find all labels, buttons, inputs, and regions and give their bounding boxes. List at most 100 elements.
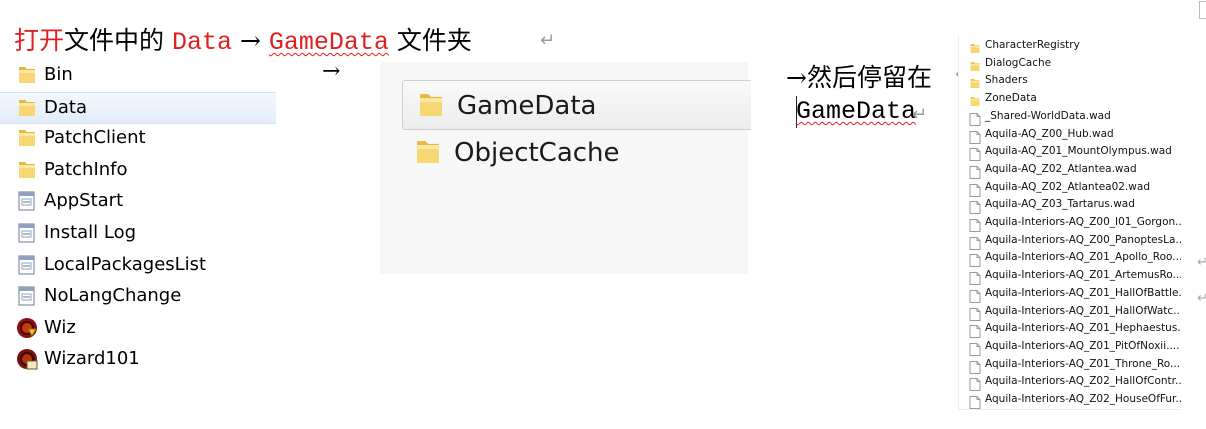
file-icon (969, 359, 981, 374)
folder-icon (16, 64, 38, 86)
file-name-label: Aquila-Interiors-AQ_Z02_HouseOfFur... (985, 393, 1181, 405)
file-name-label: Aquila-Interiors-AQ_Z01_Apollo_Roo... (985, 251, 1181, 264)
folder-icon (16, 159, 38, 181)
instruction-data-name: Data (171, 28, 232, 57)
gamedata-item-aquila-interiors-aq-z01-pitofnoxii[interactable]: Aquila-Interiors-AQ_Z01_PitOfNoxii.... (959, 339, 1181, 356)
instruction-open-data: 打开文件中的 Data → GameData 文件夹 (14, 21, 472, 57)
file-icon (969, 182, 981, 197)
gamedata-item-dialogcache[interactable]: DialogCache (959, 56, 1181, 73)
step-arrow: → (322, 59, 341, 84)
file-name-label: AppStart (44, 190, 124, 212)
gamedata-item-aquila-interiors-aq-z00-i01-gorgon[interactable]: Aquila-Interiors-AQ_Z00_I01_Gorgon... (959, 215, 1181, 232)
explorer-data-list: GameData ObjectCache (380, 62, 751, 274)
gamedata-item-aquila-interiors-aq-z01-apollo-roo[interactable]: Aquila-Interiors-AQ_Z01_Apollo_Roo... (959, 250, 1181, 268)
instruction-arrow: → (239, 26, 261, 55)
file-icon (969, 288, 981, 303)
file-name-label: GameData (457, 91, 597, 121)
gamedata-item-aquila-aq-z00-hub-wad[interactable]: Aquila-AQ_Z00_Hub.wad (959, 127, 1181, 144)
return-mark-icon: ↵ (1197, 255, 1206, 270)
folder-icon (415, 90, 447, 120)
data-item-objectcache[interactable]: ObjectCache (400, 128, 748, 176)
file-icon (969, 394, 981, 409)
file-name-label: Aquila-Interiors-AQ_Z02_HallOfContr... (985, 375, 1181, 388)
file-name-label: Bin (44, 64, 73, 85)
file-name-label: Aquila-Interiors-AQ_Z01_PitOfNoxii.... (985, 339, 1180, 352)
gamedata-item-shared-worlddata-wad[interactable]: _Shared-WorldData.wad (959, 109, 1181, 126)
file-name-label: DialogCache (985, 56, 1052, 69)
gamedata-item-characterregistry[interactable]: CharacterRegistry (959, 38, 1181, 55)
explorer-gamedata-list: CharacterRegistry DialogCache Shaders ZoneD… (958, 35, 1181, 410)
scrollbar-edge[interactable] (1199, 1, 1206, 19)
file-icon (969, 199, 981, 215)
file-name-label: Aquila-Interiors-AQ_Z01_Throne_Ro... (985, 357, 1181, 370)
file-icon (969, 252, 981, 268)
gamedata-item-aquila-interiors-aq-z01-artemusro[interactable]: Aquila-Interiors-AQ_Z01_ArtemusRo... (959, 268, 1181, 286)
file-icon (969, 323, 981, 339)
gamedata-item-aquila-aq-z02-atlantea-wad[interactable]: Aquila-AQ_Z02_Atlantea.wad (959, 162, 1181, 179)
explorer-root-list: Bin Data PatchClient PatchInfo AppStart Insta… (0, 60, 276, 382)
file-name-label: Aquila-Interiors-AQ_Z01_Hephaestus... (985, 322, 1181, 335)
gamedata-item-aquila-interiors-aq-z02-hallofcontr[interactable]: Aquila-Interiors-AQ_Z02_HallOfContr... (959, 374, 1181, 392)
root-item-wiz[interactable]: Wiz (0, 313, 276, 343)
root-item-nolangchange[interactable]: NoLangChange (0, 281, 276, 311)
file-icon (969, 341, 981, 356)
gamedata-item-zonedata[interactable]: ZoneData (959, 91, 1181, 108)
file-name-label: ObjectCache (454, 138, 620, 168)
folder-icon (969, 75, 981, 89)
gamedata-item-aquila-aq-z01-mountolympus-wad[interactable]: Aquila-AQ_Z01_MountOlympus.wad (959, 144, 1181, 162)
file-name-label: PatchClient (44, 127, 146, 149)
file-icon (969, 217, 981, 232)
gamedata-item-aquila-aq-z03-tartarus-wad[interactable]: Aquila-AQ_Z03_Tartarus.wad (959, 197, 1181, 215)
gamedata-item-aquila-interiors-aq-z01-hephaestus[interactable]: Aquila-Interiors-AQ_Z01_Hephaestus... (959, 321, 1181, 339)
return-mark-icon: ↵ (540, 30, 556, 51)
root-item-localpackageslist[interactable]: LocalPackagesList (0, 250, 276, 280)
folder-icon (412, 137, 444, 167)
file-name-label: Wizard101 (44, 348, 140, 370)
root-item-patchclient[interactable]: PatchClient (0, 123, 276, 153)
folder-icon (969, 93, 981, 106)
file-name-label: NoLangChange (44, 285, 182, 307)
gamedata-item-aquila-interiors-aq-z02-houseoffur[interactable]: Aquila-Interiors-AQ_Z02_HouseOfFur... (959, 392, 1181, 409)
file-name-label: LocalPackagesList (44, 253, 207, 275)
gamedata-item-aquila-interiors-aq-z00-panoptesla[interactable]: Aquila-Interiors-AQ_Z00_PanoptesLa... (959, 233, 1181, 250)
instruction-folder-word: 文件夹 (396, 26, 472, 55)
data-item-gamedata[interactable]: GameData (402, 80, 751, 130)
return-mark-icon: ↵ (1197, 291, 1206, 306)
file-icon (969, 270, 981, 286)
gamedata-item-shaders[interactable]: Shaders (959, 73, 1181, 90)
file-icon (969, 376, 981, 392)
file-name-label: Aquila-AQ_Z02_Atlantea.wad (985, 162, 1137, 175)
file-name-label: Aquila-Interiors-AQ_Z01_HallOfBattle... (985, 286, 1181, 299)
file-icon (969, 111, 981, 126)
file-name-label: Aquila-AQ_Z00_Hub.wad (985, 127, 1114, 140)
folder-icon (969, 58, 981, 71)
root-item-appstart[interactable]: AppStart (0, 186, 276, 216)
file-name-label: ZoneData (985, 92, 1037, 105)
file-icon (969, 129, 981, 144)
root-item-patchinfo[interactable]: PatchInfo (0, 155, 276, 185)
file-name-label: PatchInfo (44, 158, 128, 180)
file-icon (969, 306, 981, 321)
return-mark-icon: ↵ (912, 104, 928, 125)
gamedata-item-aquila-interiors-aq-z01-hallofwatc[interactable]: Aquila-Interiors-AQ_Z01_HallOfWatc... (959, 304, 1181, 321)
root-item-wizard101[interactable]: Wizard101 (0, 344, 276, 374)
file-name-label: Aquila-AQ_Z01_MountOlympus.wad (985, 145, 1172, 158)
file-name-label: Aquila-AQ_Z03_Tartarus.wad (985, 198, 1135, 211)
root-item-bin[interactable]: Bin (0, 60, 276, 90)
file-name-label: CharacterRegistry (985, 39, 1080, 51)
folder-icon (969, 40, 981, 53)
gamedata-item-aquila-aq-z02-atlantea02-wad[interactable]: Aquila-AQ_Z02_Atlantea02.wad (959, 180, 1181, 197)
folder-icon (16, 127, 38, 149)
root-item-data[interactable]: Data (0, 91, 276, 124)
gamedata-item-aquila-interiors-aq-z01-throne-ro[interactable]: Aquila-Interiors-AQ_Z01_Throne_Ro... (959, 357, 1181, 374)
root-item-install-log[interactable]: Install Log (0, 218, 276, 248)
file-name-label: Aquila-Interiors-AQ_Z00_I01_Gorgon... (985, 216, 1181, 228)
file-name-label: Aquila-Interiors-AQ_Z00_PanoptesLa... (985, 233, 1181, 246)
file-name-label: Install Log (44, 222, 137, 243)
config-file-icon (16, 222, 38, 244)
gamedata-item-aquila-interiors-aq-z01-hallofbattle[interactable]: Aquila-Interiors-AQ_Z01_HallOfBattle... (959, 286, 1181, 303)
file-name-label: _Shared-WorldData.wad (985, 109, 1111, 122)
file-name-label: Data (44, 96, 87, 118)
wizard101-app-icon (16, 348, 38, 370)
wiz-app-icon (16, 317, 38, 339)
